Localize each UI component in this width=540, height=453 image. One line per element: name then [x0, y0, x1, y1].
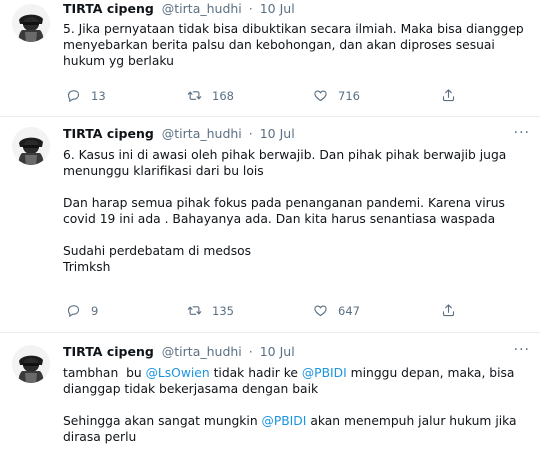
tweet-header: TIRTA cipeng @tirta_hudhi · 10 Jul	[63, 126, 295, 141]
more-options-icon[interactable]: ···	[514, 342, 530, 358]
avatar[interactable]	[12, 345, 50, 383]
share-icon	[441, 303, 456, 318]
like-count: 716	[338, 88, 360, 103]
tweet-line: Trimksh	[63, 260, 111, 274]
heart-icon	[313, 88, 328, 103]
author-name[interactable]: TIRTA cipeng	[63, 344, 154, 359]
tweet-text-segment: Sehingga akan sangat mungkin	[63, 414, 262, 428]
tweet[interactable]: TIRTA cipeng @tirta_hudhi · 10 Jul 5. Ji…	[0, 0, 540, 117]
tweet-actions: 13 168 716	[63, 88, 463, 106]
tweet-text: 6. Kasus ini di awasi oleh pihak berwaji…	[63, 147, 528, 275]
share-icon	[441, 88, 456, 103]
separator-dot: ·	[248, 344, 253, 359]
avatar[interactable]	[12, 127, 50, 165]
tweet-date[interactable]: 10 Jul	[260, 126, 295, 141]
tweet[interactable]: ··· TIRTA cipeng @tirta_hudhi · 10 Jul t…	[0, 333, 540, 453]
like-button[interactable]: 716	[313, 88, 360, 103]
tweet-header: TIRTA cipeng @tirta_hudhi · 10 Jul	[63, 1, 295, 16]
tweet-line: Sudahi perdebatam di medsos	[63, 244, 252, 258]
retweet-icon	[187, 88, 202, 103]
tweet-text: 5. Jika pernyataan tidak bisa dibuktikan…	[63, 21, 528, 69]
tweet-line: menyebarkan berita palsu dan kebohongan,…	[63, 38, 495, 52]
avatar-image	[12, 127, 50, 165]
tweet-line: 6. Kasus ini di awasi oleh pihak berwaji…	[63, 148, 507, 162]
tweet[interactable]: ··· TIRTA cipeng @tirta_hudhi · 10 Jul 6…	[0, 117, 540, 333]
tweet-line: tambhan bu @LsOwien tidak hadir ke @PBID…	[63, 365, 528, 381]
avatar[interactable]	[12, 4, 50, 42]
mention-link[interactable]: @PBIDI	[262, 414, 307, 428]
like-count: 647	[338, 303, 360, 318]
mention-link[interactable]: @PBIDI	[302, 366, 347, 380]
retweet-count: 135	[212, 303, 234, 318]
heart-icon	[313, 303, 328, 318]
reply-icon	[66, 303, 81, 318]
reply-button[interactable]: 9	[66, 303, 98, 318]
like-button[interactable]: 647	[313, 303, 360, 318]
tweet-line: Sehingga akan sangat mungkin @PBIDI akan…	[63, 413, 528, 429]
avatar-image	[12, 345, 50, 383]
share-button[interactable]	[441, 303, 466, 318]
tweet-date[interactable]: 10 Jul	[260, 1, 295, 16]
tweet-line: dirasa perlu	[63, 430, 137, 444]
avatar-image	[12, 4, 50, 42]
tweet-text-segment: tambhan bu	[63, 366, 146, 380]
separator-dot: ·	[248, 126, 253, 141]
tweet-line: hukum yg berlaku	[63, 54, 174, 68]
tweet-line: covid 19 ini ada . Bahayanya ada. Dan ki…	[63, 212, 496, 226]
author-name[interactable]: TIRTA cipeng	[63, 1, 154, 16]
author-handle[interactable]: @tirta_hudhi	[162, 126, 242, 141]
tweet-actions: 9 135 647	[63, 303, 463, 321]
reply-count: 13	[91, 88, 106, 103]
more-options-icon[interactable]: ···	[514, 125, 530, 141]
tweet-text-segment: minggu depan, maka, bisa	[346, 366, 515, 380]
tweet-text-segment: tidak hadir ke	[209, 366, 302, 380]
reply-button[interactable]: 13	[66, 88, 106, 103]
mention-link[interactable]: @LsOwien	[146, 366, 210, 380]
tweet-date[interactable]: 10 Jul	[260, 344, 295, 359]
tweet-line: dianggap tidak bekerjasama dengan baik	[63, 382, 319, 396]
author-handle[interactable]: @tirta_hudhi	[162, 1, 242, 16]
tweet-text-segment: akan menempuh jalur hukum jika	[306, 414, 517, 428]
tweet-text: tambhan bu @LsOwien tidak hadir ke @PBID…	[63, 365, 528, 445]
retweet-button[interactable]: 135	[187, 303, 234, 318]
retweet-icon	[187, 303, 202, 318]
reply-icon	[66, 88, 81, 103]
tweet-line: Dan harap semua pihak fokus pada penanga…	[63, 196, 505, 210]
tweet-line: menunggu klarifikasi dari bu lois	[63, 164, 264, 178]
author-name[interactable]: TIRTA cipeng	[63, 126, 154, 141]
reply-count: 9	[91, 303, 99, 318]
tweet-line: 5. Jika pernyataan tidak bisa dibuktikan…	[63, 22, 524, 36]
author-handle[interactable]: @tirta_hudhi	[162, 344, 242, 359]
retweet-button[interactable]: 168	[187, 88, 234, 103]
separator-dot: ·	[248, 1, 253, 16]
retweet-count: 168	[212, 88, 234, 103]
share-button[interactable]	[441, 88, 466, 103]
tweet-header: TIRTA cipeng @tirta_hudhi · 10 Jul	[63, 344, 295, 359]
